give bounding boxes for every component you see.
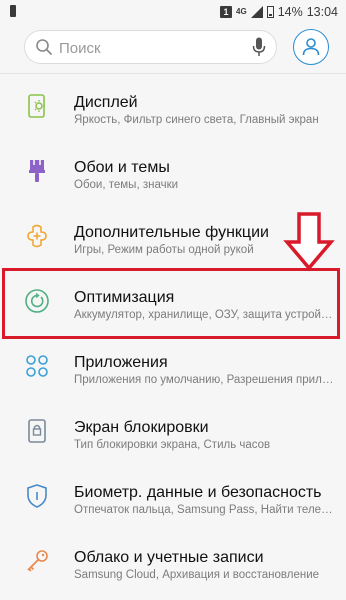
settings-item-display[interactable]: Дисплей Яркость, Фильтр синего света, Гл… — [0, 74, 346, 139]
item-subtitle: Обои, темы, значки — [74, 179, 179, 191]
battery-percent: 14% — [277, 5, 303, 19]
apps-grid-icon — [26, 355, 48, 377]
paintbrush-icon — [29, 160, 45, 182]
search-icon — [36, 39, 52, 55]
item-title: Биометр. данные и безопасность — [74, 484, 322, 501]
signal-icon — [250, 6, 263, 18]
puzzle-plus-icon — [27, 224, 47, 248]
sim-badge: 1 — [220, 6, 233, 18]
shield-icon — [27, 484, 47, 508]
settings-item-cloud[interactable]: Облако и учетные записи Samsung Cloud, А… — [0, 529, 346, 594]
status-icons: 1 4G 14% 13:04 — [220, 4, 338, 20]
item-title: Обои и темы — [74, 159, 170, 176]
item-subtitle: Яркость, Фильтр синего света, Главный эк… — [74, 114, 319, 126]
settings-item-wallpapers[interactable]: Обои и темы Обои, темы, значки — [0, 139, 346, 204]
item-title: Дисплей — [74, 94, 138, 111]
item-subtitle: Отпечаток пальца, Samsung Pass, Найти те… — [74, 504, 336, 516]
account-icon — [302, 38, 320, 56]
network-type: 4G — [236, 7, 247, 16]
clock: 13:04 — [306, 5, 338, 19]
item-subtitle: Приложения по умолчанию, Разрешения прил… — [74, 374, 336, 386]
display-icon — [28, 94, 45, 118]
battery-icon — [266, 6, 274, 18]
settings-item-biometrics[interactable]: Биометр. данные и безопасность Отпечаток… — [0, 464, 346, 529]
key-icon — [27, 550, 48, 572]
notification-icon — [10, 5, 16, 17]
account-button[interactable] — [293, 29, 329, 65]
item-title: Экран блокировки — [74, 419, 209, 436]
arrow-down-annotation-icon — [283, 212, 335, 271]
search-input[interactable] — [57, 31, 241, 65]
highlight-box — [2, 268, 340, 339]
settings-item-lockscreen[interactable]: Экран блокировки Тип блокировки экрана, … — [0, 399, 346, 464]
item-subtitle: Тип блокировки экрана, Стиль часов — [74, 439, 271, 451]
settings-item-apps[interactable]: Приложения Приложения по умолчанию, Разр… — [0, 334, 346, 399]
search-bar[interactable] — [24, 30, 277, 65]
item-title: Облако и учетные записи — [74, 549, 264, 566]
microphone-icon[interactable] — [252, 37, 266, 57]
item-title: Приложения — [74, 354, 168, 371]
lock-screen-icon — [28, 419, 46, 443]
status-bar: 1 4G 14% 13:04 — [0, 0, 346, 24]
item-subtitle: Samsung Cloud, Архивация и восстановлени… — [74, 569, 320, 581]
